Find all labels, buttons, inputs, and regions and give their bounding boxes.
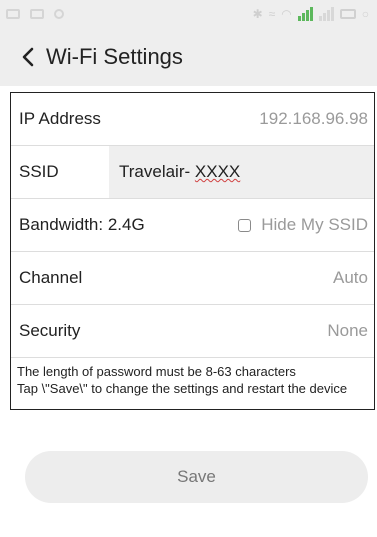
- security-value: None: [327, 321, 368, 340]
- divider: [11, 357, 374, 358]
- ssid-input[interactable]: Travelair- XXXX: [109, 146, 374, 198]
- signal-icon: [297, 7, 313, 21]
- signal-secondary-icon: [318, 7, 334, 21]
- hide-ssid-checkbox[interactable]: [238, 218, 252, 232]
- hide-ssid-label: Hide My SSID: [261, 215, 368, 234]
- channel-label: Channel: [19, 268, 83, 287]
- channel-value: Auto: [333, 268, 368, 287]
- notification-icon: [6, 9, 20, 19]
- ip-address-row: IP Address 192.168.96.98: [11, 93, 374, 145]
- chevron-left-icon[interactable]: [12, 37, 44, 77]
- save-button[interactable]: Save: [25, 451, 368, 503]
- ip-address-label: IP Address: [19, 109, 101, 128]
- sync-icon: [54, 9, 64, 19]
- security-label: Security: [19, 321, 81, 340]
- clock-icon: ○: [361, 7, 369, 21]
- nfc-icon: ≈: [268, 7, 276, 21]
- ssid-label: SSID: [19, 162, 59, 181]
- channel-row[interactable]: Channel Auto: [11, 252, 374, 304]
- ip-address-value: 192.168.96.98: [259, 109, 368, 128]
- page-title: Wi-Fi Settings: [46, 44, 183, 69]
- ssid-value-suffix: XXXX: [194, 162, 241, 181]
- ssid-row: SSID Travelair- XXXX: [11, 146, 374, 198]
- bluetooth-icon: ✱: [252, 7, 263, 21]
- settings-panel: IP Address 192.168.96.98 SSID Travelair-…: [10, 92, 375, 410]
- help-notes: The length of password must be 8-63 char…: [11, 363, 374, 397]
- battery-icon: [339, 9, 356, 19]
- message-icon: [30, 9, 44, 19]
- security-row[interactable]: Security None: [11, 305, 374, 357]
- bandwidth-row: Bandwidth: 2.4G Hide My SSID: [11, 199, 374, 251]
- save-note: Tap \"Save\" to change the settings and …: [17, 381, 348, 396]
- bandwidth-label: Bandwidth: 2.4G: [19, 215, 145, 234]
- password-length-note: The length of password must be 8-63 char…: [17, 364, 296, 379]
- wifi-icon: ◠: [281, 7, 292, 21]
- status-bar: ✱ ≈ ◠ ○: [0, 0, 377, 28]
- ssid-value-prefix: Travelair-: [119, 162, 195, 181]
- app-bar: Wi-Fi Settings: [0, 28, 377, 86]
- hide-ssid-toggle[interactable]: Hide My SSID: [238, 215, 374, 235]
